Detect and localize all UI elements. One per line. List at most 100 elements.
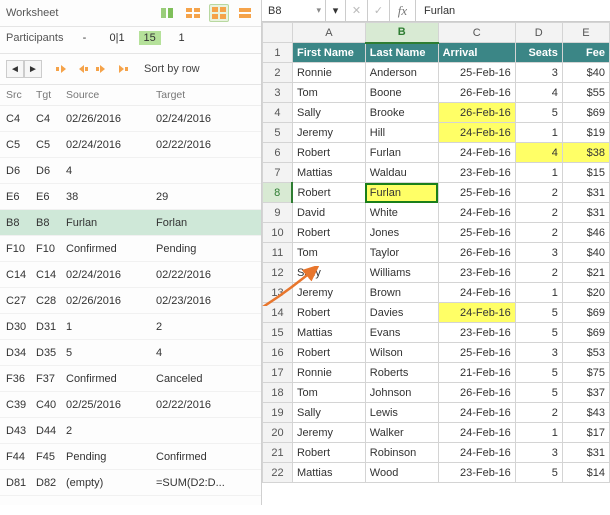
cell[interactable]: Williams bbox=[365, 263, 438, 283]
row-header[interactable]: 17 bbox=[263, 363, 293, 383]
cell[interactable]: 24-Feb-16 bbox=[438, 443, 515, 463]
select-all-corner[interactable] bbox=[263, 23, 293, 43]
cell[interactable]: $40 bbox=[562, 243, 609, 263]
cell[interactable]: 5 bbox=[515, 463, 562, 483]
row-header[interactable]: 6 bbox=[263, 143, 293, 163]
cell[interactable]: $43 bbox=[562, 403, 609, 423]
row-header[interactable]: 10 bbox=[263, 223, 293, 243]
cell[interactable]: Johnson bbox=[365, 383, 438, 403]
sort-label[interactable]: Sort by row bbox=[144, 63, 200, 75]
cell[interactable]: Jeremy bbox=[292, 123, 365, 143]
cell[interactable]: 23-Feb-16 bbox=[438, 323, 515, 343]
cell[interactable]: Jones bbox=[365, 223, 438, 243]
row-header[interactable]: 1 bbox=[263, 43, 293, 63]
cell[interactable]: $19 bbox=[562, 123, 609, 143]
cell[interactable]: 23-Feb-16 bbox=[438, 463, 515, 483]
cell[interactable]: 3 bbox=[515, 63, 562, 83]
header-cell[interactable]: First Name bbox=[292, 43, 365, 63]
row-header[interactable]: 15 bbox=[263, 323, 293, 343]
diff-row[interactable]: C14C1402/24/201602/22/2016 bbox=[0, 262, 261, 288]
cell[interactable]: Davies bbox=[365, 303, 438, 323]
cell[interactable]: 4 bbox=[515, 83, 562, 103]
enter-icon[interactable]: ✓ bbox=[368, 0, 390, 21]
row-header[interactable]: 2 bbox=[263, 63, 293, 83]
row-header[interactable]: 3 bbox=[263, 83, 293, 103]
menu-dropdown-icon[interactable]: ▾ bbox=[326, 0, 346, 21]
name-box[interactable]: B8 bbox=[262, 0, 326, 21]
cell[interactable]: $20 bbox=[562, 283, 609, 303]
goto-prev-icon[interactable] bbox=[74, 61, 90, 77]
cell[interactable]: Robert bbox=[292, 343, 365, 363]
cell[interactable]: Walker bbox=[365, 423, 438, 443]
cell[interactable]: Taylor bbox=[365, 243, 438, 263]
cell[interactable]: Sally bbox=[292, 263, 365, 283]
cell[interactable]: 2 bbox=[515, 263, 562, 283]
cell[interactable]: Robert bbox=[292, 303, 365, 323]
cell[interactable]: Mattias bbox=[292, 163, 365, 183]
row-header[interactable]: 7 bbox=[263, 163, 293, 183]
cell[interactable]: White bbox=[365, 203, 438, 223]
cell[interactable]: Waldau bbox=[365, 163, 438, 183]
cell[interactable]: $15 bbox=[562, 163, 609, 183]
cell[interactable]: 25-Feb-16 bbox=[438, 183, 515, 203]
row-header[interactable]: 20 bbox=[263, 423, 293, 443]
diff-row[interactable]: C5C502/24/201602/22/2016 bbox=[0, 132, 261, 158]
formula-input[interactable]: Furlan bbox=[416, 0, 610, 21]
cell[interactable]: Anderson bbox=[365, 63, 438, 83]
cell[interactable]: Wood bbox=[365, 463, 438, 483]
diff-row[interactable]: D34D3554 bbox=[0, 340, 261, 366]
cell[interactable]: $69 bbox=[562, 303, 609, 323]
cell[interactable]: 3 bbox=[515, 343, 562, 363]
diff-row[interactable]: D6D64 bbox=[0, 158, 261, 184]
cell[interactable]: Mattias bbox=[292, 323, 365, 343]
diff-row[interactable]: D43D442 bbox=[0, 418, 261, 444]
cell[interactable]: Mattias bbox=[292, 463, 365, 483]
row-header[interactable]: 16 bbox=[263, 343, 293, 363]
cell[interactable]: 1 bbox=[515, 163, 562, 183]
cell[interactable]: Robinson bbox=[365, 443, 438, 463]
col-header-D[interactable]: D bbox=[515, 23, 562, 43]
cell[interactable]: 24-Feb-16 bbox=[438, 203, 515, 223]
cell[interactable]: 21-Feb-16 bbox=[438, 363, 515, 383]
cell[interactable]: $37 bbox=[562, 383, 609, 403]
view-mode-2-icon[interactable] bbox=[183, 4, 203, 22]
cell[interactable]: David bbox=[292, 203, 365, 223]
cell[interactable]: Sally bbox=[292, 403, 365, 423]
cell[interactable]: 2 bbox=[515, 403, 562, 423]
cell[interactable]: 1 bbox=[515, 123, 562, 143]
fx-icon[interactable]: fx bbox=[390, 0, 416, 21]
cell[interactable]: $21 bbox=[562, 263, 609, 283]
cell[interactable]: Robert bbox=[292, 143, 365, 163]
diff-row[interactable]: D81D82(empty)=SUM(D2:D... bbox=[0, 470, 261, 496]
cell[interactable]: 2 bbox=[515, 203, 562, 223]
row-header[interactable]: 18 bbox=[263, 383, 293, 403]
row-header[interactable]: 12 bbox=[263, 263, 293, 283]
cell[interactable]: 25-Feb-16 bbox=[438, 223, 515, 243]
goto-next-icon[interactable] bbox=[94, 61, 110, 77]
worksheet-grid[interactable]: ABCDE 1First NameLast NameArrivalSeatsFe… bbox=[262, 22, 610, 483]
cell[interactable]: 26-Feb-16 bbox=[438, 103, 515, 123]
cell[interactable]: 25-Feb-16 bbox=[438, 343, 515, 363]
header-cell[interactable]: Seats bbox=[515, 43, 562, 63]
diff-row[interactable]: C39C4002/25/201602/22/2016 bbox=[0, 392, 261, 418]
diff-row[interactable]: D30D3112 bbox=[0, 314, 261, 340]
col-header-A[interactable]: A bbox=[292, 23, 365, 43]
cell[interactable]: 24-Feb-16 bbox=[438, 123, 515, 143]
cell[interactable]: Furlan bbox=[365, 183, 438, 203]
cell[interactable]: Tom bbox=[292, 83, 365, 103]
cell[interactable]: $38 bbox=[562, 143, 609, 163]
cell[interactable]: $46 bbox=[562, 223, 609, 243]
cell[interactable]: 23-Feb-16 bbox=[438, 163, 515, 183]
cell[interactable]: 1 bbox=[515, 283, 562, 303]
cell[interactable]: Furlan bbox=[365, 143, 438, 163]
diff-row[interactable]: C27C2802/26/201602/23/2016 bbox=[0, 288, 261, 314]
cell[interactable]: Brooke bbox=[365, 103, 438, 123]
cell[interactable]: $17 bbox=[562, 423, 609, 443]
diff-row[interactable]: F10F10ConfirmedPending bbox=[0, 236, 261, 262]
cell[interactable]: 24-Feb-16 bbox=[438, 143, 515, 163]
cell[interactable]: Robert bbox=[292, 223, 365, 243]
cell[interactable]: $31 bbox=[562, 203, 609, 223]
header-cell[interactable]: Fee bbox=[562, 43, 609, 63]
view-mode-4-icon[interactable] bbox=[235, 4, 255, 22]
row-header[interactable]: 9 bbox=[263, 203, 293, 223]
